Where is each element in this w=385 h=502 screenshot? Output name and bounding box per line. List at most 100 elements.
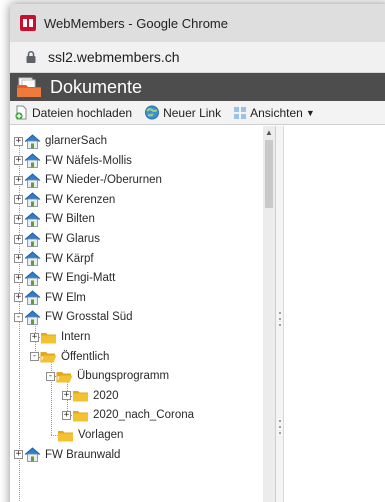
home-icon bbox=[24, 212, 45, 227]
new-link-button[interactable]: Neuer Link bbox=[144, 105, 221, 120]
collapse-icon[interactable]: - bbox=[30, 352, 39, 362]
tree-item[interactable]: - FW Grosstal Süd bbox=[14, 308, 133, 326]
webmembers-app-icon bbox=[20, 15, 36, 31]
tree-item-label: Intern bbox=[61, 331, 91, 343]
splitter-grip-dot bbox=[279, 324, 281, 326]
tree-item-label: FW Bilten bbox=[45, 213, 95, 226]
page-title: Dokumente bbox=[50, 76, 143, 97]
expand-icon[interactable]: + bbox=[14, 214, 23, 224]
folder-open-icon bbox=[40, 350, 61, 363]
tree-item[interactable]: + FW Bilten bbox=[14, 210, 95, 228]
tree-item[interactable]: + glarnerSach bbox=[14, 132, 107, 150]
splitter-grip-dot bbox=[279, 420, 281, 422]
expand-icon[interactable]: + bbox=[14, 254, 23, 264]
home-icon bbox=[24, 290, 45, 306]
new-link-label: Neuer Link bbox=[163, 105, 222, 120]
tree-item-label: FW Kärpf bbox=[45, 252, 94, 265]
tree-item-label: glarnerSach bbox=[45, 135, 108, 147]
home-icon bbox=[24, 251, 45, 266]
address-bar[interactable]: ssl2.webmembers.ch bbox=[10, 42, 385, 73]
tree-item[interactable]: + FW Elm bbox=[14, 289, 86, 307]
home-icon bbox=[24, 153, 45, 168]
folder-icon bbox=[40, 331, 61, 344]
views-dropdown-button[interactable]: Ansichten ▼ bbox=[233, 106, 315, 120]
tree-item[interactable]: Vorlagen bbox=[46, 426, 123, 444]
scroll-up-arrow-icon[interactable]: ▲ bbox=[263, 126, 275, 138]
home-icon bbox=[24, 271, 45, 286]
splitter-grip-dot bbox=[279, 318, 281, 320]
folder-icon bbox=[72, 389, 93, 402]
home-icon bbox=[24, 173, 45, 188]
expand-icon[interactable]: + bbox=[14, 195, 23, 205]
tree-item-label: FW Braunwald bbox=[45, 448, 121, 461]
expand-icon[interactable]: + bbox=[14, 450, 23, 460]
views-label: Ansichten bbox=[250, 105, 303, 120]
folder-icon bbox=[57, 429, 78, 442]
tree-item-label: Öffentlich bbox=[61, 350, 110, 363]
tree-item[interactable]: + FW Näfels-Mollis bbox=[14, 152, 132, 170]
browser-window: WebMembers - Google Chrome ssl2.webmembe… bbox=[10, 4, 385, 502]
tree-item[interactable]: +2020_nach_Corona bbox=[62, 406, 194, 424]
tree-scrollbar[interactable]: ▲ bbox=[263, 126, 275, 502]
tree-item[interactable]: - Übungsprogramm bbox=[46, 367, 169, 385]
tree-item-label: FW Elm bbox=[45, 291, 86, 304]
scroll-thumb[interactable] bbox=[265, 140, 273, 208]
tree-item-label: 2020_nach_Corona bbox=[93, 409, 195, 422]
tree-item-label: FW Nieder-/Oberurnen bbox=[45, 174, 162, 187]
tree-item-label: FW Näfels-Mollis bbox=[45, 154, 132, 167]
tree-item[interactable]: + FW Braunwald bbox=[14, 446, 120, 464]
content-area: ▲ + glarnerSach + FW Näfels-Mollis + FW Niede… bbox=[10, 126, 385, 502]
title-bar: WebMembers - Google Chrome bbox=[10, 4, 385, 42]
chevron-down-icon: ▼ bbox=[305, 107, 315, 118]
home-icon bbox=[24, 231, 45, 247]
link-globe-icon bbox=[145, 105, 160, 120]
home-icon bbox=[24, 310, 45, 325]
documents-icon bbox=[17, 77, 41, 97]
expand-icon[interactable]: + bbox=[14, 293, 23, 303]
window-title: WebMembers - Google Chrome bbox=[44, 15, 228, 31]
expand-icon[interactable]: + bbox=[14, 136, 23, 146]
folder-icon bbox=[72, 409, 93, 422]
page-heading-bar: Dokumente bbox=[10, 73, 385, 101]
upload-files-label: Dateien hochladen bbox=[32, 105, 133, 120]
collapse-icon[interactable]: - bbox=[46, 371, 55, 381]
splitter-grip-dot bbox=[279, 432, 281, 434]
collapse-icon[interactable]: - bbox=[14, 312, 23, 322]
upload-files-button[interactable]: Dateien hochladen bbox=[14, 105, 132, 120]
splitter-grip-dot bbox=[279, 312, 281, 314]
splitter-grip-dot bbox=[279, 426, 281, 428]
expand-icon[interactable]: + bbox=[14, 273, 23, 283]
views-grid-icon bbox=[234, 106, 247, 119]
tree-item-label: FW Kerenzen bbox=[45, 193, 116, 206]
tree-item-label: FW Grosstal Süd bbox=[45, 311, 133, 324]
expand-icon[interactable]: + bbox=[14, 234, 23, 244]
tree-item[interactable]: +2020 bbox=[62, 387, 119, 405]
folder-tree: ▲ + glarnerSach + FW Näfels-Mollis + FW Niede… bbox=[10, 126, 276, 502]
tree-item-label: Vorlagen bbox=[78, 429, 124, 441]
tree-item[interactable]: + FW Kerenzen bbox=[14, 191, 115, 209]
file-list-pane bbox=[284, 126, 385, 502]
expand-icon[interactable]: + bbox=[14, 156, 23, 166]
tree-item[interactable]: - Öffentlich bbox=[30, 348, 109, 366]
tree-item[interactable]: + FW Engi-Matt bbox=[14, 269, 115, 287]
tree-item[interactable]: + FW Nieder-/Oberurnen bbox=[14, 171, 162, 189]
toolbar: Dateien hochladen Neuer Link Ansichten ▼ bbox=[10, 101, 385, 125]
tree-item[interactable]: + FW Glarus bbox=[14, 230, 100, 248]
upload-icon bbox=[15, 105, 27, 120]
tree-item-label: 2020 bbox=[93, 389, 119, 402]
home-icon bbox=[24, 447, 45, 462]
tree-item-label: FW Engi-Matt bbox=[45, 272, 116, 285]
expand-icon[interactable]: + bbox=[62, 391, 71, 401]
home-icon bbox=[24, 192, 45, 208]
tree-item[interactable]: + FW Kärpf bbox=[14, 250, 94, 268]
url-text[interactable]: ssl2.webmembers.ch bbox=[48, 49, 180, 65]
tree-item-label: Übungsprogramm bbox=[77, 370, 170, 383]
pane-splitter[interactable] bbox=[276, 126, 284, 502]
tree-item[interactable]: + Intern bbox=[30, 328, 90, 346]
expand-icon[interactable]: + bbox=[14, 175, 23, 185]
lock-icon bbox=[26, 50, 36, 63]
tree-item-label: FW Glarus bbox=[45, 233, 100, 245]
expand-icon[interactable]: + bbox=[30, 332, 39, 342]
folder-open-icon bbox=[56, 370, 77, 383]
expand-icon[interactable]: + bbox=[62, 410, 71, 420]
